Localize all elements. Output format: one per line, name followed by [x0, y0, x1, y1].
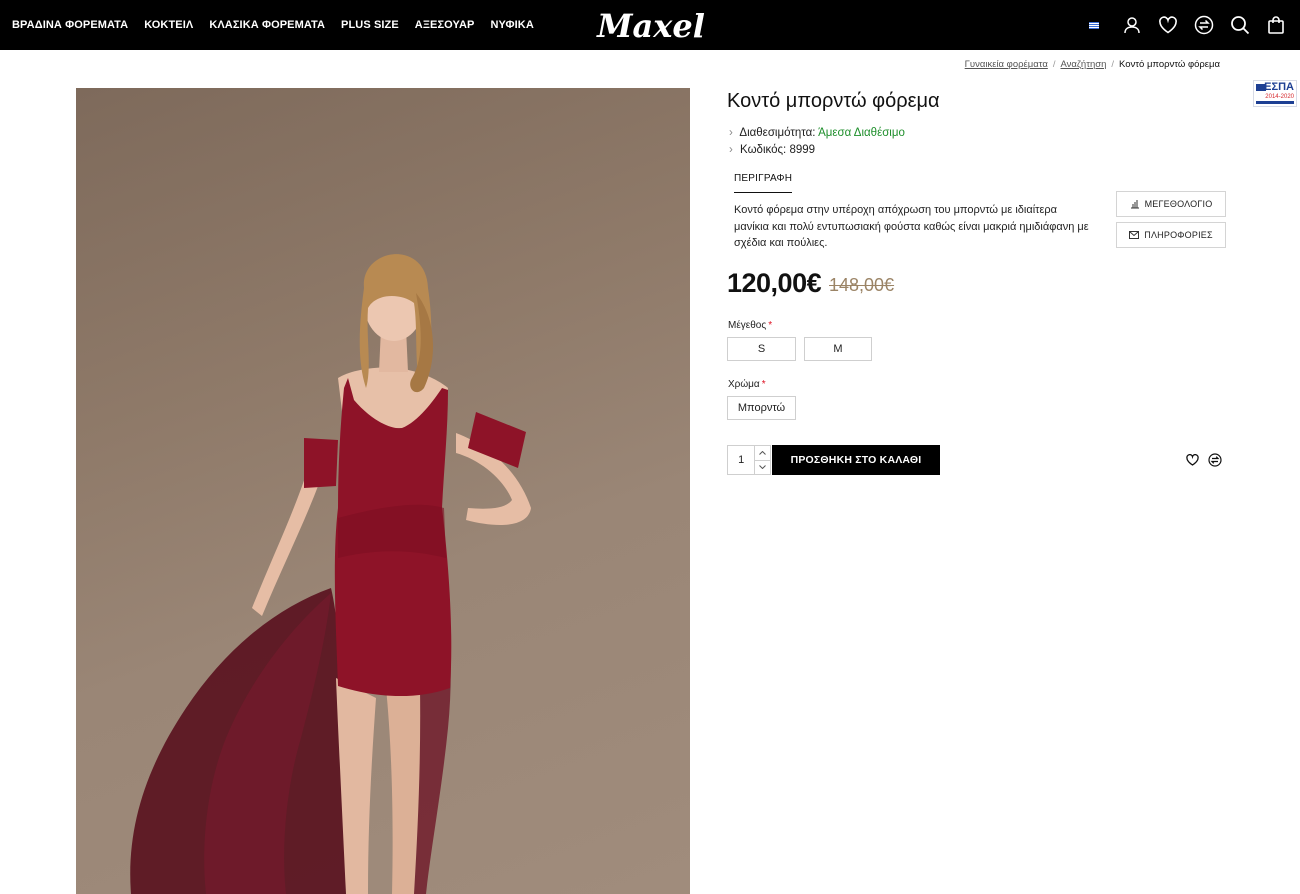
breadcrumb-search[interactable]: Αναζήτηση [1060, 59, 1106, 70]
model-dress-photo [130, 254, 531, 894]
color-option-burgundy[interactable]: Μπορντώ [727, 396, 796, 420]
code-row: › Κωδικός: 8999 [729, 142, 905, 159]
info-label: ΠΛΗΡΟΦΟΡΙΕΣ [1144, 230, 1213, 240]
quantity-stepper[interactable]: 1 [727, 445, 771, 475]
tab-description[interactable]: ΠΕΡΙΓΡΑΦΗ [734, 173, 793, 193]
quantity-value[interactable]: 1 [728, 446, 754, 474]
breadcrumb: Γυναικεία φορέματα / Αναζήτηση / Κοντό μ… [965, 59, 1220, 70]
top-navigation-bar: ΒΡΑΔΙΝΑ ΦΟΡΕΜΑΤΑ ΚΟΚΤΕΙΛ ΚΛΑΣΙΚΑ ΦΟΡΕΜΑΤ… [0, 0, 1300, 50]
account-icon[interactable] [1122, 15, 1142, 35]
size-label: Μέγεθος * [728, 320, 773, 331]
envelope-icon [1129, 231, 1140, 239]
nav-bridal[interactable]: ΝΥΦΙΚΑ [490, 19, 533, 31]
espa-years: 2014-2020 [1265, 94, 1294, 100]
chevron-up-icon [759, 450, 767, 455]
availability-value: Άμεσα Διαθέσιμο [818, 127, 905, 139]
nav-cocktail[interactable]: ΚΟΚΤΕΙΛ [144, 19, 193, 31]
breadcrumb-separator: / [1052, 59, 1056, 70]
breadcrumb-womens-dresses[interactable]: Γυναικεία φορέματα [965, 59, 1048, 70]
chevron-right-icon: › [729, 127, 733, 139]
code-value: 8999 [789, 144, 816, 156]
language-flag-icon[interactable] [1086, 15, 1106, 35]
nav-classic-dresses[interactable]: ΚΛΑΣΙΚΑ ΦΟΡΕΜΑΤΑ [209, 19, 325, 31]
header-icons [1086, 0, 1286, 50]
current-price: 120,00€ [727, 268, 822, 298]
search-icon[interactable] [1230, 15, 1250, 35]
size-chart-button[interactable]: ΜΕΓΕΘΟΛΟΓΙΟ [1116, 191, 1226, 217]
breadcrumb-current: Κοντό μπορντώ φόρεμα [1119, 59, 1220, 70]
cart-bag-icon[interactable] [1266, 15, 1286, 35]
main-nav: ΒΡΑΔΙΝΑ ΦΟΡΕΜΑΤΑ ΚΟΚΤΕΙΛ ΚΛΑΣΙΚΑ ΦΟΡΕΜΑΤ… [12, 0, 534, 50]
add-to-cart-button[interactable]: ΠΡΟΣΘΗΚΗ ΣΤΟ ΚΑΛΑΘΙ [772, 445, 940, 475]
availability-label: Διαθεσιμότητα: [739, 127, 816, 139]
espa-title: ΕΣΠΑ [1264, 81, 1294, 93]
product-title: Κοντό μπορντώ φόρεμα [727, 90, 940, 112]
required-mark: * [761, 379, 766, 390]
size-option-m[interactable]: M [804, 337, 872, 361]
nav-plus-size[interactable]: PLUS SIZE [341, 19, 399, 31]
code-label: Κωδικός: [740, 144, 787, 156]
quantity-increase-button[interactable] [755, 446, 770, 460]
quantity-decrease-button[interactable] [755, 459, 770, 475]
size-option-s[interactable]: S [727, 337, 796, 361]
maxel-logo[interactable]: Maxel [590, 6, 712, 46]
add-to-compare-icon[interactable] [1207, 452, 1223, 468]
color-label: Χρώμα * [728, 379, 766, 390]
size-chart-label: ΜΕΓΕΘΟΛΟΓΙΟ [1144, 199, 1213, 209]
chevron-right-icon: › [729, 144, 733, 156]
breadcrumb-separator: / [1111, 59, 1115, 70]
product-image[interactable] [76, 88, 690, 894]
nav-evening-dresses[interactable]: ΒΡΑΔΙΝΑ ΦΟΡΕΜΑΤΑ [12, 19, 128, 31]
wishlist-heart-icon[interactable] [1158, 15, 1178, 35]
required-mark: * [768, 320, 773, 331]
info-button[interactable]: ΠΛΗΡΟΦΟΡΙΕΣ [1116, 222, 1226, 248]
old-price: 148,00€ [829, 275, 895, 295]
chevron-down-icon [759, 465, 767, 470]
availability-row: › Διαθεσιμότητα: Άμεσα Διαθέσιμο [729, 125, 905, 142]
add-to-wishlist-icon[interactable] [1184, 452, 1200, 468]
ruler-icon [1130, 200, 1139, 209]
nav-accessories[interactable]: ΑΞΕΣΟΥΑΡ [415, 19, 475, 31]
product-meta: › Διαθεσιμότητα: Άμεσα Διαθέσιμο › Κωδικ… [729, 125, 905, 159]
compare-icon[interactable] [1194, 15, 1214, 35]
product-description: Κοντό φόρεμα στην υπέροχη απόχρωση του μ… [734, 204, 1089, 249]
espa-banner[interactable]: ΕΣΠΑ 2014-2020 [1253, 80, 1297, 107]
logo-text: Maxel [596, 7, 705, 45]
